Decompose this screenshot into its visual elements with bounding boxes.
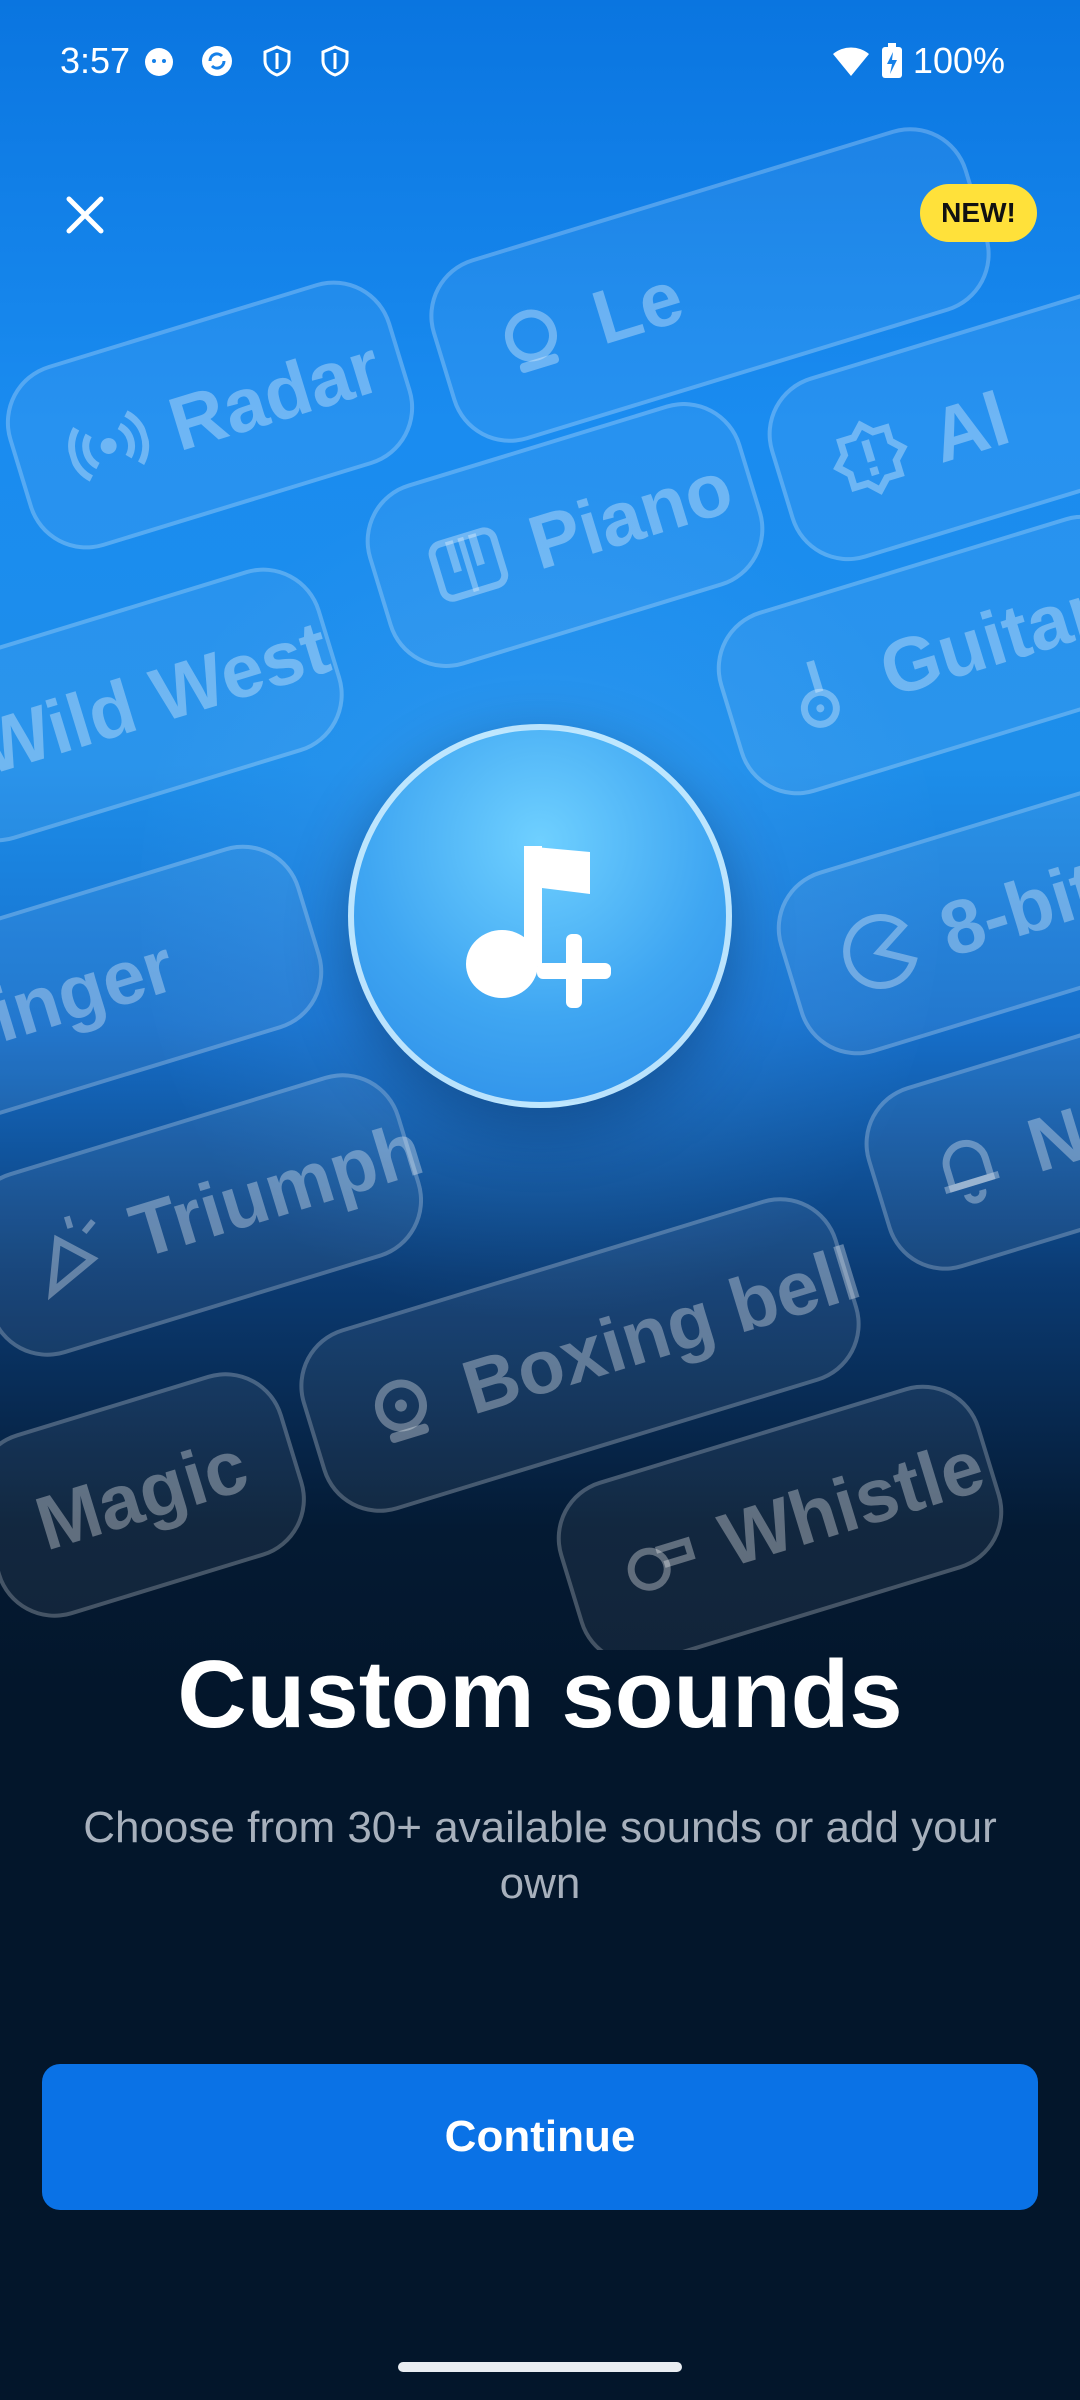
sound-pill-piano: Piano — [350, 387, 780, 683]
page-subtitle: Choose from 30+ available sounds or add … — [83, 1803, 997, 1908]
continue-button[interactable]: Continue — [42, 2064, 1038, 2210]
radar-icon — [68, 410, 150, 482]
close-icon — [66, 196, 104, 234]
sound-pill-magic: Magic — [0, 1357, 321, 1633]
pacman-icon — [843, 914, 918, 989]
home-indicator[interactable] — [398, 2362, 682, 2372]
battery-percent: 100% — [912, 40, 1005, 81]
alert-icon — [833, 420, 908, 495]
hero-circle — [348, 724, 732, 1108]
wifi-icon — [832, 47, 869, 76]
close-button[interactable] — [50, 180, 120, 250]
shield-icon — [321, 45, 349, 77]
battery-charging-icon — [881, 43, 902, 78]
page-title: Custom sounds — [177, 1641, 903, 1748]
sound-pill-radar: Radar — [0, 265, 430, 565]
status-bar: 3:57 100% — [0, 0, 1080, 130]
bell-ring-icon — [374, 1379, 430, 1443]
party-popper-icon — [47, 1215, 99, 1301]
sync-icon — [202, 46, 232, 76]
music-note-add-icon — [466, 846, 611, 1008]
whistle-icon — [627, 1536, 696, 1591]
shield-icon — [263, 45, 291, 77]
guitar-icon — [800, 660, 840, 728]
new-badge: NEW! — [920, 184, 1037, 242]
piano-icon — [428, 527, 509, 602]
bell-icon — [942, 1139, 1000, 1204]
sound-pill-8bit: 8-bit — [761, 759, 1080, 1071]
sound-pill-wild-west: Wild West — [0, 552, 359, 858]
status-time: 3:57 — [60, 40, 131, 81]
bell-ring-icon — [504, 309, 560, 373]
cat-icon — [145, 48, 173, 76]
